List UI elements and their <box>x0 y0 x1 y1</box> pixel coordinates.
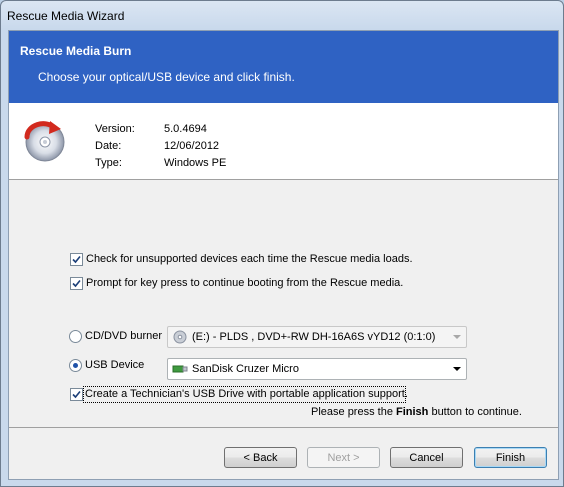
checkmark-icon <box>72 279 81 288</box>
version-label: Version: <box>95 123 135 135</box>
prompt-key-checkbox[interactable] <box>70 277 83 290</box>
technician-usb-checkbox[interactable] <box>70 388 83 401</box>
banner-title: Rescue Media Burn <box>20 44 132 58</box>
button-separator <box>9 427 558 428</box>
usb-device-select[interactable]: SanDisk Cruzer Micro <box>167 358 467 380</box>
version-value: 5.0.4694 <box>164 123 207 135</box>
header-banner: Rescue Media Burn Choose your optical/US… <box>9 31 558 103</box>
cd-dvd-label[interactable]: CD/DVD burner <box>85 330 162 342</box>
finish-hint: Please press the Finish button to contin… <box>311 406 522 418</box>
checkmark-icon <box>72 255 81 264</box>
info-separator <box>9 179 558 180</box>
hint-suffix: button to continue. <box>428 406 522 418</box>
cd-dvd-radio[interactable] <box>69 330 82 343</box>
optical-drive-icon <box>173 330 187 344</box>
usb-drive-icon <box>172 365 188 373</box>
date-label: Date: <box>95 140 122 152</box>
check-unsupported-checkbox[interactable] <box>70 253 83 266</box>
check-unsupported-label[interactable]: Check for unsupported devices each time … <box>86 253 413 265</box>
checkmark-icon <box>72 390 81 399</box>
disc-arrow-icon <box>24 121 65 162</box>
cd-dvd-device-select[interactable]: (E:) - PLDS , DVD+-RW DH-16A6S vYD12 (0:… <box>167 326 467 348</box>
type-label: Type: <box>95 157 122 169</box>
finish-button[interactable]: Finish <box>474 447 547 468</box>
wizard-client-area: Rescue Media Burn Choose your optical/US… <box>8 30 559 480</box>
wizard-window: Rescue Media Wizard Rescue Media Burn Ch… <box>0 0 564 487</box>
next-button[interactable]: Next > <box>307 447 380 468</box>
banner-subtitle: Choose your optical/USB device and click… <box>38 70 295 84</box>
chevron-down-icon <box>453 367 461 371</box>
usb-device-radio[interactable] <box>69 359 82 372</box>
hint-prefix: Please press the <box>311 406 396 418</box>
technician-usb-label[interactable]: Create a Technician's USB Drive with por… <box>85 388 408 400</box>
cancel-button[interactable]: Cancel <box>390 447 463 468</box>
info-panel: Version: 5.0.4694 Date: 12/06/2012 Type:… <box>9 103 558 179</box>
prompt-key-label[interactable]: Prompt for key press to continue booting… <box>86 277 403 289</box>
title-bar[interactable]: Rescue Media Wizard <box>1 1 563 29</box>
back-button[interactable]: < Back <box>224 447 297 468</box>
window-title: Rescue Media Wizard <box>7 9 125 23</box>
cd-dvd-device-value: (E:) - PLDS , DVD+-RW DH-16A6S vYD12 (0:… <box>192 331 436 343</box>
type-value: Windows PE <box>164 157 227 169</box>
chevron-down-icon <box>453 335 461 339</box>
date-value: 12/06/2012 <box>164 140 220 152</box>
usb-device-value: SanDisk Cruzer Micro <box>192 363 299 375</box>
usb-device-label[interactable]: USB Device <box>85 359 144 371</box>
hint-finish-word: Finish <box>396 406 429 418</box>
